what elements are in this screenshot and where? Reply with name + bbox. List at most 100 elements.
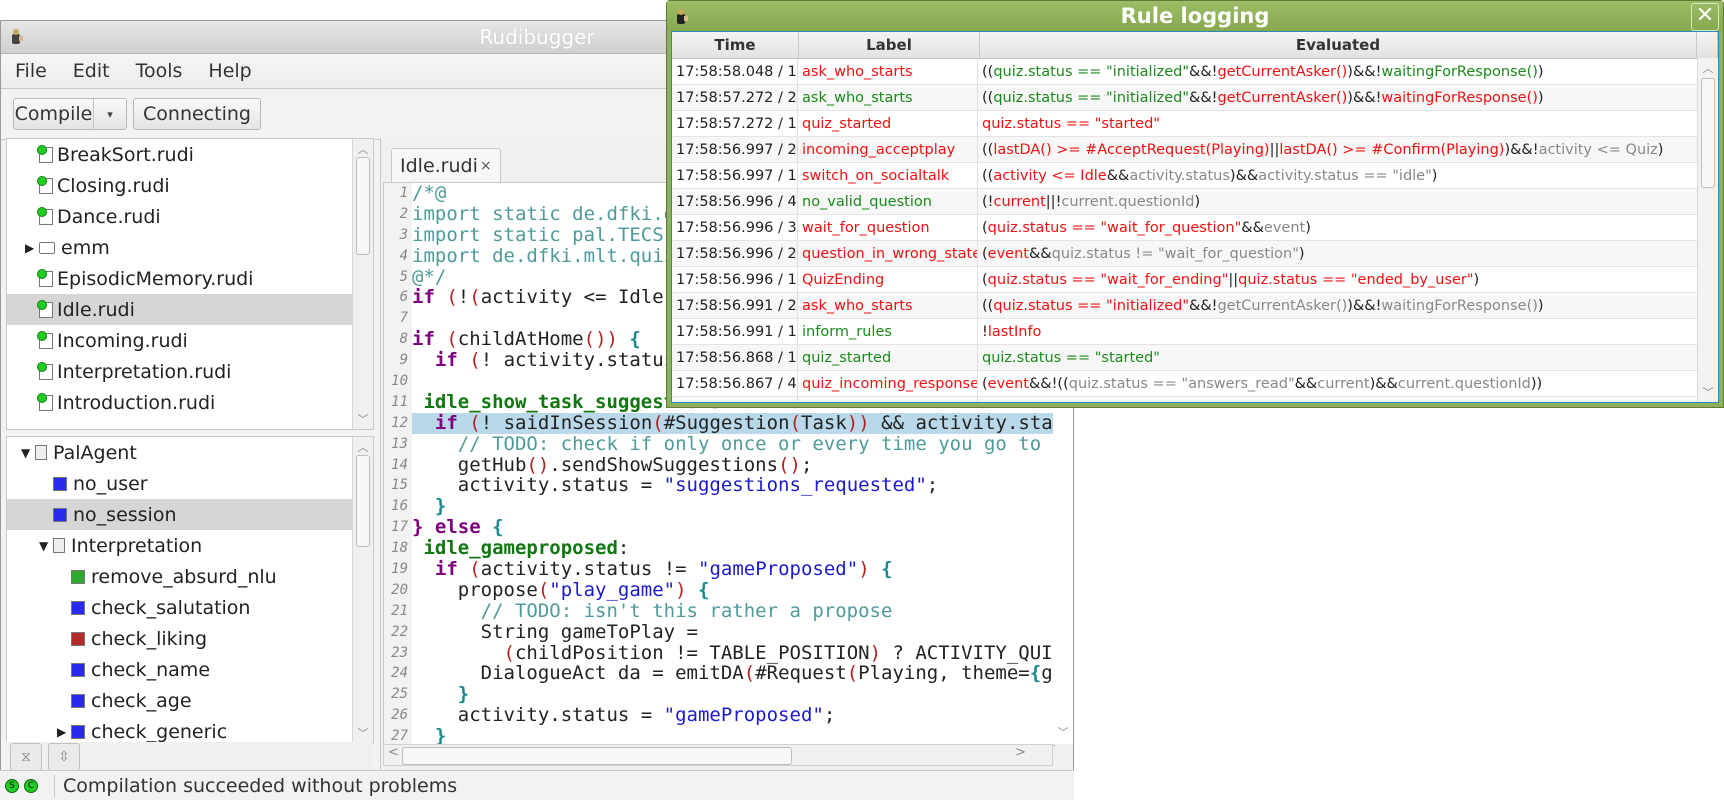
hourglass-icon: ⧖	[21, 749, 31, 765]
rule-tree-item[interactable]: check_age	[7, 685, 373, 716]
code-line[interactable]: 23 (childPosition != TABLE_POSITION) ? A…	[384, 641, 1055, 664]
scroll-down-icon[interactable]: ﹀	[1698, 384, 1718, 400]
scrollbar-thumb[interactable]	[356, 455, 370, 547]
file-tree-item[interactable]: Idle.rudi	[7, 294, 373, 325]
expand-arrow-icon[interactable]: ▼	[21, 446, 35, 460]
code-line[interactable]: 16 }	[384, 496, 1054, 518]
rule-tree-item[interactable]: check_salutation	[7, 592, 373, 623]
table-row[interactable]: 17:58:56.991 / 2 ask_who_starts((quiz.sta…	[672, 293, 1718, 319]
time-cell: 17:58:56.997 / 1	[672, 163, 798, 188]
code-line[interactable]: 14 getHub().sendShowSuggestions();	[384, 454, 1054, 476]
file-tree-item[interactable]: Incoming.rudi	[7, 325, 373, 356]
table-header: Time Label Evaluated	[672, 32, 1718, 59]
expand-arrow-icon[interactable]: ▼	[39, 539, 53, 553]
table-row[interactable]: 17:58:57.272 / 1 quiz_started quiz.status …	[672, 111, 1718, 137]
eval-token: activity <= Idle	[993, 167, 1107, 184]
code-token: {	[1029, 662, 1042, 685]
code-horizontal-scrollbar[interactable]: < >	[383, 744, 1053, 766]
table-row[interactable]: 17:58:56.996 / 1 QuizEnding(quiz.status =…	[672, 267, 1718, 293]
scroll-down-icon[interactable]: ﹀	[1053, 724, 1073, 740]
scrollbar-thumb[interactable]	[1701, 78, 1715, 188]
evaluated-cell: ((quiz.status == "initialized" &&! getCurr…	[978, 293, 1698, 318]
code-line[interactable]: 25 }	[384, 684, 1054, 706]
file-tree-scrollbar[interactable]: ︿ ﹀	[352, 139, 373, 429]
table-row[interactable]: 17:58:56.997 / 2 incoming_acceptplay((las…	[672, 137, 1718, 163]
rule-tree-item[interactable]: ▼ PalAgent	[7, 437, 373, 468]
code-line[interactable]: 21 // TODO: isn't this rather a propose	[384, 600, 1054, 622]
eval-token: quiz.status == "initialized"	[993, 89, 1190, 106]
file-tree-item[interactable]: Dance.rudi	[7, 201, 373, 232]
code-line[interactable]: 12 if (! saidInSession(#Suggestion(Task)…	[384, 412, 1054, 434]
tab-close-icon[interactable]: ×	[480, 158, 492, 174]
code-line-text: getHub().sendShowSuggestions();	[412, 454, 813, 476]
code-token: childAtHome	[457, 328, 584, 351]
evaluated-cell: ! lastInfo	[978, 319, 1698, 344]
tab-idle-rudi[interactable]: Idle.rudi ×	[391, 148, 501, 183]
code-line[interactable]: 20 propose("play_game") {	[384, 579, 1054, 601]
file-tree-item[interactable]: Introduction.rudi	[7, 387, 373, 418]
compile-dropdown-icon[interactable]: ▾	[93, 99, 126, 129]
code-line[interactable]: 24 DialogueAct da = emitDA(#Request(Play…	[384, 662, 1054, 685]
column-header-label[interactable]: Label	[799, 32, 980, 58]
table-row[interactable]: 17:58:56.991 / 1 inform_rules! lastInfo	[672, 319, 1718, 345]
code-line[interactable]: 22 String gameToPlay =	[384, 621, 1054, 643]
scroll-down-icon[interactable]: ﹀	[353, 411, 373, 427]
scroll-left-icon[interactable]: <	[388, 745, 399, 760]
menu-edit[interactable]: Edit	[73, 60, 110, 82]
code-line[interactable]: 15 activity.status = "suggestions_reques…	[384, 475, 1054, 497]
rule-tree-item[interactable]: check_liking	[7, 623, 373, 654]
rule-tree-item[interactable]: ▶ check_generic	[7, 716, 373, 743]
rule-tree-item[interactable]: check_name	[7, 654, 373, 685]
table-row[interactable]: 17:58:56.868 / 1 quiz_started quiz.status …	[672, 345, 1718, 371]
code-line[interactable]: 13 // TODO: check if only once or every …	[384, 432, 1055, 455]
table-row[interactable]: 17:58:56.867 / 3quiz_incoming_response((…	[672, 397, 1718, 402]
connecting-button[interactable]: Connecting	[133, 98, 261, 130]
expand-arrow-icon[interactable]: ▶	[57, 725, 71, 739]
table-row[interactable]: 17:58:56.996 / 4 no_valid_question (! curre…	[672, 189, 1718, 215]
rule-tree-item[interactable]: no_user	[7, 468, 373, 499]
code-line[interactable]: 19 if (activity.status != "gameProposed"…	[384, 559, 1054, 580]
file-tree-item[interactable]: EpisodicMemory.rudi	[7, 263, 373, 294]
rule-tree-item[interactable]: no_session	[7, 499, 373, 530]
table-row[interactable]: 17:58:56.997 / 1 switch_on_socialtalk((ac…	[672, 163, 1718, 189]
file-tree-item[interactable]: Interpretation.rudi	[7, 356, 373, 387]
code-token: // TODO: check if only once or every tim…	[412, 432, 1055, 455]
table-row[interactable]: 17:58:56.867 / 4 quiz_incoming_response_(…	[672, 371, 1718, 397]
menu-tools[interactable]: Tools	[136, 60, 183, 82]
code-token: ? ACTIVITY_QUIZ :	[892, 641, 1055, 664]
code-line[interactable]: 17} else {	[384, 517, 1054, 539]
code-line[interactable]: 26 activity.status = "gameProposed";	[384, 705, 1054, 727]
scrollbar-thumb[interactable]	[402, 747, 792, 765]
scrollbar-thumb[interactable]	[356, 157, 370, 255]
code-line[interactable]: 18 idle_gameproposed:	[384, 538, 1054, 560]
scroll-right-icon[interactable]: >	[1015, 745, 1026, 760]
eval-token: waitingForResponse()	[1381, 63, 1538, 80]
column-header-time[interactable]: Time	[672, 32, 799, 58]
table-row[interactable]: 17:58:57.272 / 2 ask_who_starts((quiz.sta…	[672, 85, 1718, 111]
expand-arrow-icon[interactable]: ▶	[25, 241, 39, 255]
collapse-all-button[interactable]: ⧖	[10, 743, 42, 771]
table-row[interactable]: 17:58:56.996 / 2 question_in_wrong_state(…	[672, 241, 1718, 267]
file-tree-item[interactable]: BreakSort.rudi	[7, 139, 373, 170]
close-icon[interactable]: ✕	[1691, 3, 1719, 31]
scroll-up-icon[interactable]: ︿	[353, 439, 373, 455]
table-row[interactable]: 17:58:56.996 / 3 wait_for_question(quiz.s…	[672, 215, 1718, 241]
scroll-up-icon[interactable]: ︿	[353, 141, 373, 157]
rule-tree-item[interactable]: ▼ Interpretation	[7, 530, 373, 561]
rule-name: Interpretation	[71, 534, 203, 557]
rule-tree-item[interactable]: remove_absurd_nlu	[7, 561, 373, 592]
compile-button[interactable]: Compile	[14, 103, 93, 125]
scroll-up-icon[interactable]: ︿	[1698, 60, 1718, 76]
rule-tree-scrollbar[interactable]: ︿ ﹀	[352, 437, 373, 743]
eval-token: ((	[982, 297, 994, 314]
file-tree-item[interactable]: Closing.rudi	[7, 170, 373, 201]
expand-all-button[interactable]: ⇳	[48, 743, 80, 771]
column-header-evaluated[interactable]: Evaluated	[980, 32, 1697, 58]
table-row[interactable]: 17:58:58.048 / 1 ask_who_starts((quiz.sta…	[672, 59, 1718, 85]
file-tree-item[interactable]: ▶ emm	[7, 232, 373, 263]
rule-logging-title-bar[interactable]: Rule logging ✕	[667, 1, 1723, 31]
menu-file[interactable]: File	[15, 60, 47, 82]
rule-log-scrollbar[interactable]: ︿ ﹀	[1697, 58, 1718, 402]
scroll-down-icon[interactable]: ﹀	[353, 725, 373, 741]
menu-help[interactable]: Help	[208, 60, 251, 82]
